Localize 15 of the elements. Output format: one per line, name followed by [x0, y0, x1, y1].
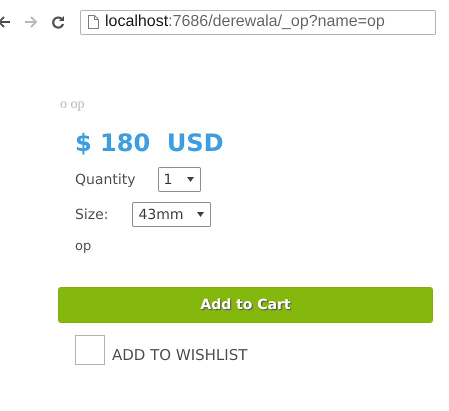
quantity-label: Quantity: [75, 172, 136, 188]
back-icon[interactable]: [0, 15, 11, 29]
price: $ 180 USD: [75, 129, 225, 157]
reload-icon[interactable]: [51, 15, 65, 29]
quantity-select[interactable]: 1: [158, 167, 200, 192]
size-label: Size:: [75, 206, 108, 222]
size-select[interactable]: 43mm: [132, 202, 212, 227]
dropdown-arrow-icon: [197, 212, 204, 217]
wishlist-checkbox[interactable]: [75, 335, 105, 365]
address-field[interactable]: localhost:7686/derewala/_op?name=op: [80, 10, 436, 34]
product-note: op: [75, 239, 92, 254]
dropdown-arrow-icon: [186, 177, 194, 182]
page-icon: [88, 15, 99, 29]
wishlist-label[interactable]: ADD TO WISHLIST: [112, 346, 248, 364]
product-title: o op: [60, 97, 86, 113]
